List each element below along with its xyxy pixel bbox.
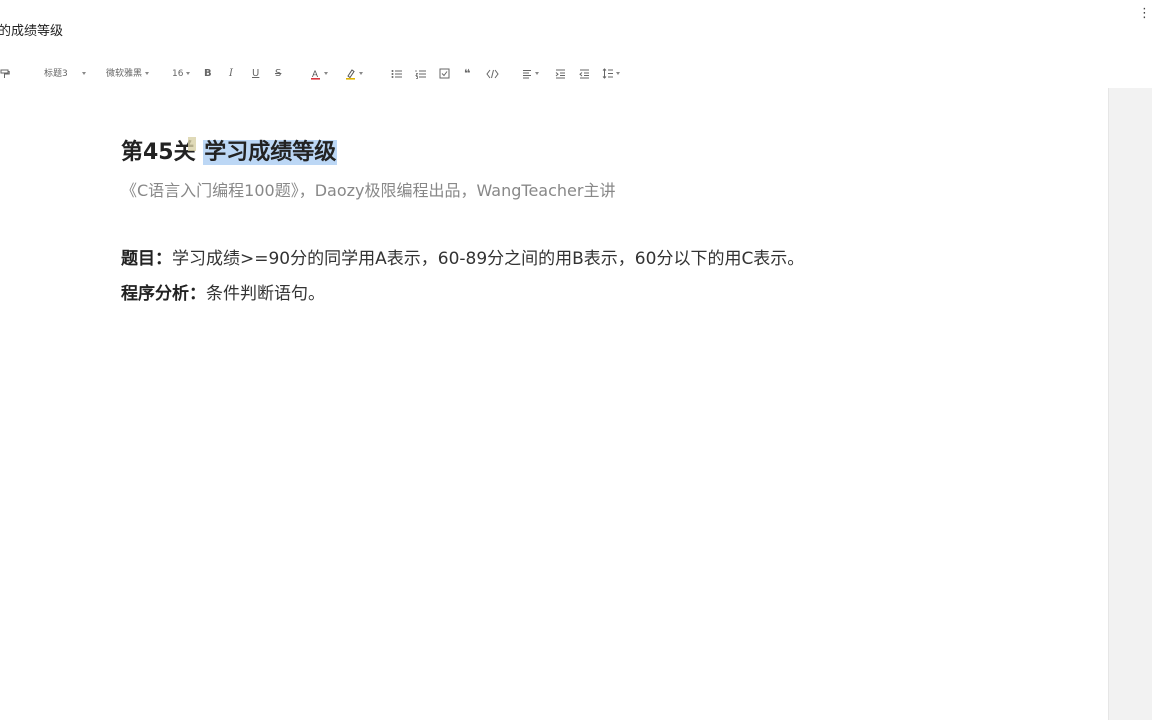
text-cursor — [187, 137, 196, 151]
bullet-list-icon[interactable] — [391, 62, 402, 86]
code-icon[interactable] — [486, 62, 499, 86]
svg-text:A: A — [312, 69, 318, 79]
outdent-icon[interactable] — [579, 62, 590, 86]
highlight-button[interactable] — [345, 62, 363, 86]
chevron-down-icon — [359, 72, 363, 75]
line-height-button[interactable] — [602, 62, 620, 86]
strikethrough-icon[interactable]: S — [275, 62, 281, 86]
chevron-down-icon — [81, 72, 86, 75]
font-color-icon: A — [311, 69, 320, 80]
chevron-down-icon — [616, 72, 620, 75]
analysis-text: 条件判断语句。 — [206, 284, 325, 304]
chevron-down-icon — [186, 72, 191, 75]
checklist-icon[interactable] — [439, 62, 450, 86]
italic-icon[interactable]: I — [229, 62, 233, 86]
analysis-label: 程序分析： — [121, 284, 206, 304]
underline-icon[interactable]: U — [252, 62, 259, 86]
align-left-icon — [523, 69, 531, 78]
indent-icon[interactable] — [555, 62, 566, 86]
chevron-down-icon — [145, 72, 150, 75]
align-button[interactable] — [522, 62, 539, 86]
title-bar: 的成绩等级 ⋮ — [0, 0, 1152, 58]
heading-style-value: 标题3 — [44, 69, 68, 79]
bold-icon[interactable]: B — [204, 62, 212, 86]
document-title[interactable]: 的成绩等级 — [0, 20, 63, 39]
numbered-list-icon[interactable] — [415, 62, 426, 86]
chevron-down-icon — [324, 72, 328, 75]
font-color-button[interactable]: A — [310, 62, 328, 86]
editor-side-gutter — [1108, 88, 1152, 720]
font-family-dropdown[interactable]: 微软雅黑 — [106, 62, 150, 86]
heading-prefix: 第45关 — [121, 140, 196, 165]
problem-paragraph[interactable]: 题目：学习成绩>=90分的同学用A表示，60-89分之间的用B表示，60分以下的… — [121, 244, 804, 269]
formatting-toolbar: 标题3 微软雅黑 16 B I U S A ❝ — [0, 62, 1108, 86]
more-vertical-icon[interactable]: ⋮ — [1138, 6, 1151, 22]
problem-label: 题目： — [121, 249, 172, 269]
line-height-icon — [602, 68, 613, 79]
document-subtitle[interactable]: 《C语言入门编程100题》，Daozy极限编程出品，WangTeacher主讲 — [121, 177, 615, 201]
chevron-down-icon — [535, 72, 539, 75]
font-size-value: 16 — [172, 69, 184, 79]
document-heading[interactable]: 第45关 学习成绩等级 — [121, 134, 338, 166]
highlight-icon — [346, 68, 355, 80]
heading-style-dropdown[interactable]: 标题3 — [44, 62, 86, 86]
problem-text: 学习成绩>=90分的同学用A表示，60-89分之间的用B表示，60分以下的用C表… — [172, 249, 805, 269]
quote-icon[interactable]: ❝ — [464, 62, 470, 86]
font-family-value: 微软雅黑 — [106, 69, 143, 79]
heading-selected-text: 学习成绩等级 — [203, 140, 338, 165]
format-painter-icon[interactable] — [0, 62, 10, 86]
font-size-dropdown[interactable]: 16 — [172, 62, 191, 86]
analysis-paragraph[interactable]: 程序分析：条件判断语句。 — [121, 279, 325, 304]
